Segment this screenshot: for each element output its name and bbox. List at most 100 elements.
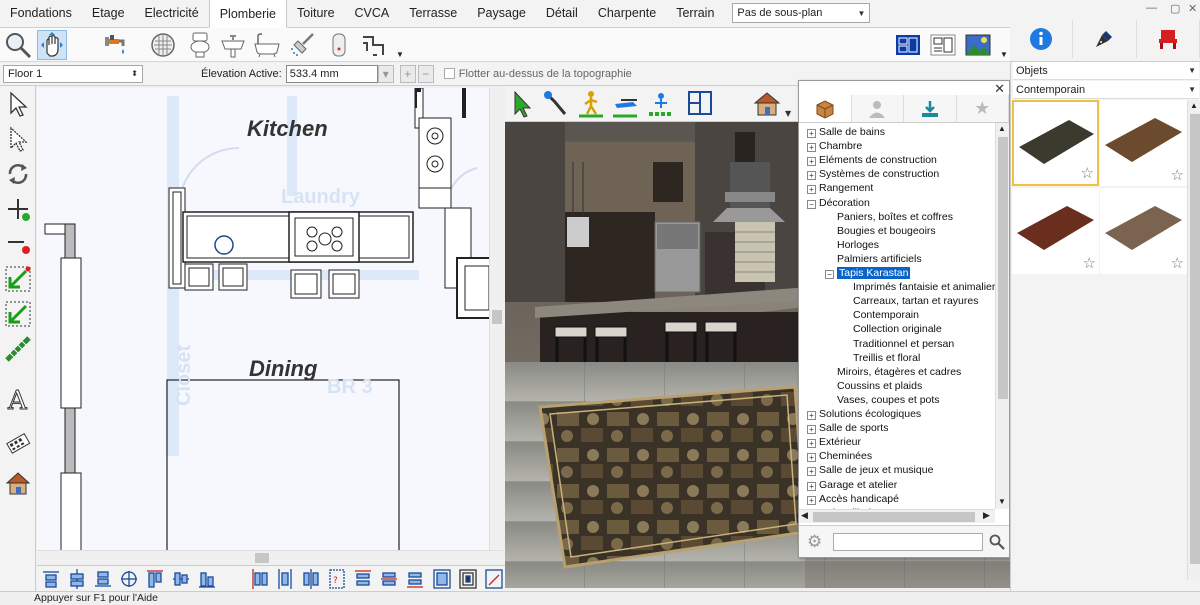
scroll-up-icon[interactable]: ▲: [1190, 101, 1198, 110]
restore-icon[interactable]: ▢: [1170, 2, 1180, 15]
tab-cvca[interactable]: CVCA: [345, 0, 400, 27]
library-hscroll-thumb[interactable]: [813, 512, 975, 522]
expand-icon[interactable]: +: [807, 467, 816, 477]
more-tools-chevron-icon[interactable]: ▼: [396, 50, 404, 59]
plan-view-icon[interactable]: [893, 30, 923, 60]
scroll-up-icon[interactable]: ▲: [998, 124, 1006, 133]
tree-item[interactable]: Treillis et floral: [841, 351, 920, 365]
furniture-tab[interactable]: [1137, 20, 1200, 58]
close-window-icon[interactable]: ✕: [1188, 2, 1197, 15]
tree-item[interactable]: + Garage et atelier: [807, 478, 897, 492]
tab-electricite[interactable]: Electricité: [135, 0, 209, 27]
library-vertical-scrollbar[interactable]: ▲ ▼: [995, 123, 1009, 509]
expand-icon[interactable]: +: [807, 411, 816, 420]
plan-hscroll-thumb[interactable]: [255, 553, 269, 563]
collapse-icon[interactable]: −: [807, 199, 816, 209]
tab-fondations[interactable]: Fondations: [0, 0, 82, 27]
elevation-view-icon[interactable]: [928, 30, 958, 60]
expand-icon[interactable]: +: [807, 495, 816, 505]
tree-item[interactable]: Traditionnel et persan: [841, 337, 954, 351]
text-tool-icon[interactable]: A: [3, 383, 33, 413]
tree-item[interactable]: + Salle de bains: [807, 125, 885, 139]
library-tab-download[interactable]: [904, 95, 957, 122]
elevation-dropdown-button[interactable]: ▾: [377, 64, 394, 83]
faucet-icon[interactable]: [100, 30, 130, 60]
expand-icon[interactable]: +: [807, 157, 816, 167]
tree-item[interactable]: − Tapis Karastan: [825, 266, 911, 280]
library-horizontal-scrollbar[interactable]: ◀ ▶: [799, 509, 995, 523]
delete-point-icon[interactable]: [3, 229, 33, 259]
scroll-right-icon[interactable]: ▶: [983, 510, 990, 521]
collapse-icon[interactable]: −: [825, 270, 834, 279]
tree-item[interactable]: Collection originale: [841, 322, 942, 336]
tab-charpente[interactable]: Charpente: [588, 0, 666, 27]
library-tab-user[interactable]: [852, 95, 904, 122]
shower-icon[interactable]: [288, 30, 318, 60]
catalog-category-select[interactable]: Objets ▼: [1013, 62, 1199, 80]
minimize-icon[interactable]: —: [1146, 2, 1157, 14]
library-tab-favorites[interactable]: ★: [957, 95, 1009, 122]
expand-icon[interactable]: +: [807, 129, 816, 138]
favorite-star-icon[interactable]: ☆: [1081, 164, 1094, 182]
resize-green-icon[interactable]: [3, 264, 33, 294]
bathtub-icon[interactable]: [252, 30, 282, 60]
plan-view[interactable]: Kitchen Dining Laundry Closet BR 3: [37, 88, 503, 550]
catalog-item-rug-1[interactable]: ☆: [1012, 100, 1099, 186]
tree-item[interactable]: − Décoration: [807, 196, 870, 210]
drain-grate-icon[interactable]: [148, 30, 178, 60]
tree-item[interactable]: Coussins et plaids: [825, 379, 922, 393]
tree-item[interactable]: Palmiers artificiels: [825, 252, 922, 266]
tab-etage[interactable]: Etage: [82, 0, 135, 27]
pan-hand-icon[interactable]: [37, 30, 67, 60]
library-tree[interactable]: + Salle de bains + Chambre + Eléments de cons…: [799, 123, 995, 509]
elevation-decrease-button[interactable]: −: [417, 64, 434, 83]
favorite-star-icon[interactable]: ☆: [1083, 254, 1096, 272]
plan-vertical-scrollbar[interactable]: [489, 88, 503, 550]
resize-green-alt-icon[interactable]: [3, 299, 33, 329]
search-icon[interactable]: [989, 534, 1005, 550]
break-line-icon[interactable]: [3, 334, 33, 364]
favorite-star-icon[interactable]: ☆: [1171, 254, 1184, 272]
catalog-item-rug-2[interactable]: ☆: [1100, 100, 1187, 186]
catalog-item-rug-4[interactable]: ☆: [1100, 188, 1187, 274]
rotate-icon[interactable]: [3, 159, 33, 189]
camera-view-icon[interactable]: [963, 30, 993, 60]
gear-icon[interactable]: ⚙: [807, 532, 822, 552]
tree-item[interactable]: Carreaux, tartan et rayures: [841, 294, 978, 308]
tree-item[interactable]: Horloges: [825, 238, 879, 252]
subplan-select[interactable]: Pas de sous-plan ▼: [732, 3, 871, 23]
float-topography-checkbox[interactable]: [443, 68, 455, 79]
select-multiple-icon[interactable]: [3, 124, 33, 154]
scroll-left-icon[interactable]: ◀: [801, 510, 808, 521]
tree-item[interactable]: Bougies et bougeoirs: [825, 224, 936, 238]
catalog-subcategory-select[interactable]: Contemporain ▼: [1013, 81, 1199, 99]
plan-vscroll-thumb[interactable]: [492, 310, 502, 324]
elevation-increase-button[interactable]: +: [399, 64, 416, 83]
tab-terrasse[interactable]: Terrasse: [399, 0, 467, 27]
select-arrow-icon[interactable]: [3, 89, 33, 119]
tab-toiture[interactable]: Toiture: [287, 0, 345, 27]
tree-item[interactable]: Paniers, boîtes et coffres: [825, 210, 953, 224]
tree-item[interactable]: + Rangement: [807, 181, 873, 195]
tree-item[interactable]: + Salle de sports: [807, 421, 888, 435]
tab-paysage[interactable]: Paysage: [467, 0, 536, 27]
tree-item[interactable]: + Extérieur: [807, 435, 861, 449]
expand-icon[interactable]: +: [807, 171, 816, 181]
plan-horizontal-scrollbar[interactable]: [37, 550, 503, 564]
toilet-icon[interactable]: [185, 30, 215, 60]
expand-icon[interactable]: +: [807, 143, 816, 153]
zoom-icon[interactable]: [3, 30, 33, 60]
expand-icon[interactable]: +: [807, 425, 816, 435]
expand-icon[interactable]: +: [807, 481, 816, 491]
expand-icon[interactable]: +: [807, 185, 816, 195]
library-vscroll-thumb[interactable]: [998, 137, 1008, 399]
favorite-star-icon[interactable]: ☆: [1171, 166, 1184, 184]
floor-select[interactable]: Floor 1 ⬍: [3, 64, 143, 83]
alignment-tool-icons[interactable]: ?: [37, 566, 505, 592]
view-options-chevron-icon[interactable]: ▼: [1000, 50, 1008, 59]
catalog-vertical-scrollbar[interactable]: ▲: [1187, 100, 1200, 580]
library-search-input[interactable]: [833, 533, 983, 551]
camera-tool-icon[interactable]: [3, 428, 33, 458]
house-tool-icon[interactable]: [3, 468, 33, 498]
tree-item[interactable]: + Accès handicapé: [807, 492, 899, 506]
